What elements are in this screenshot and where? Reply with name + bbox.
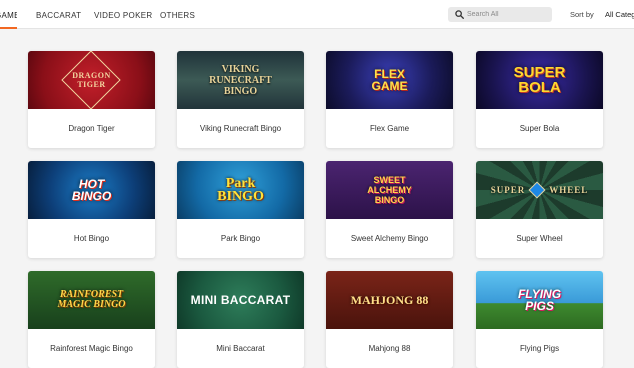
- sweet-alchemy-artwork: SWEET ALCHEMY BINGO: [326, 161, 453, 219]
- game-title[interactable]: Super Wheel: [476, 219, 603, 258]
- mini-baccarat-artwork: MINI BACCARAT: [177, 271, 304, 329]
- flex-game-artwork: FLEX GAME: [326, 51, 453, 109]
- artwork-text: Park BINGO: [217, 176, 264, 204]
- game-title[interactable]: Viking Runecraft Bingo: [177, 109, 304, 148]
- game-card-hot-bingo[interactable]: HOT BINGO Hot Bingo: [28, 161, 155, 258]
- artwork-text: WHEEL: [549, 185, 589, 195]
- super-wheel-artwork: SUPER WHEEL: [476, 161, 603, 219]
- tab-baccarat[interactable]: BACCARAT: [36, 0, 81, 29]
- sort-dropdown[interactable]: All Categories: [605, 10, 634, 19]
- dragon-tiger-artwork: DRAGON TIGER: [28, 51, 155, 109]
- viking-runecraft-artwork: VIKING RUNECRAFT BINGO: [177, 51, 304, 109]
- game-title[interactable]: Flex Game: [326, 109, 453, 148]
- game-title[interactable]: Super Bola: [476, 109, 603, 148]
- game-thumbnail[interactable]: FLEX GAME: [326, 51, 453, 109]
- tab-others[interactable]: OTHERS: [160, 0, 195, 29]
- super-bola-artwork: SUPER BOLA: [476, 51, 603, 109]
- artwork-text: RAINFOREST MAGIC BINGO: [57, 289, 126, 310]
- game-title[interactable]: Hot Bingo: [28, 219, 155, 258]
- artwork-text: DRAGON TIGER: [72, 71, 111, 89]
- game-thumbnail[interactable]: SUPER WHEEL: [476, 161, 603, 219]
- tab-video-poker[interactable]: VIDEO POKER: [94, 0, 152, 29]
- game-card-mini-baccarat[interactable]: MINI BACCARAT Mini Baccarat: [177, 271, 304, 368]
- game-card-rainforest-magic-bingo[interactable]: RAINFOREST MAGIC BINGO Rainforest Magic …: [28, 271, 155, 368]
- artwork-text: SUPER: [490, 185, 526, 195]
- mahjong-88-artwork: MAHJONG 88: [326, 271, 453, 329]
- game-thumbnail[interactable]: SWEET ALCHEMY BINGO: [326, 161, 453, 219]
- game-title[interactable]: Flying Pigs: [476, 329, 603, 368]
- top-navigation-bar: GAMES BACCARAT VIDEO POKER OTHERS Sort b…: [0, 0, 634, 29]
- park-bingo-artwork: Park BINGO: [177, 161, 304, 219]
- game-card-dragon-tiger[interactable]: DRAGON TIGER Dragon Tiger: [28, 51, 155, 148]
- game-thumbnail[interactable]: RAINFOREST MAGIC BINGO: [28, 271, 155, 329]
- game-title[interactable]: Mahjong 88: [326, 329, 453, 368]
- game-title[interactable]: Mini Baccarat: [177, 329, 304, 368]
- game-card-super-bola[interactable]: SUPER BOLA Super Bola: [476, 51, 603, 148]
- artwork-text: SUPER BOLA: [513, 64, 566, 96]
- game-card-viking-runecraft-bingo[interactable]: VIKING RUNECRAFT BINGO Viking Runecraft …: [177, 51, 304, 148]
- game-thumbnail[interactable]: DRAGON TIGER: [28, 51, 155, 109]
- sort-label: Sort by: [570, 10, 594, 19]
- artwork-text: FLEX GAME: [371, 67, 408, 93]
- hot-bingo-artwork: HOT BINGO: [28, 161, 155, 219]
- game-card-park-bingo[interactable]: Park BINGO Park Bingo: [177, 161, 304, 258]
- game-thumbnail[interactable]: MINI BACCARAT: [177, 271, 304, 329]
- rainforest-magic-artwork: RAINFOREST MAGIC BINGO: [28, 271, 155, 329]
- game-card-mahjong-88[interactable]: MAHJONG 88 Mahjong 88: [326, 271, 453, 368]
- search-box[interactable]: [448, 7, 552, 22]
- game-title[interactable]: Dragon Tiger: [28, 109, 155, 148]
- game-card-super-wheel[interactable]: SUPER WHEEL Super Wheel: [476, 161, 603, 258]
- tab-games[interactable]: GAMES: [0, 0, 17, 29]
- artwork-text: VIKING RUNECRAFT BINGO: [209, 63, 272, 97]
- gem-icon: [528, 181, 546, 199]
- artwork-text: SWEET ALCHEMY BINGO: [367, 175, 412, 205]
- search-icon: [455, 10, 464, 19]
- game-title[interactable]: Rainforest Magic Bingo: [28, 329, 155, 368]
- game-thumbnail[interactable]: SUPER BOLA: [476, 51, 603, 109]
- game-thumbnail[interactable]: MAHJONG 88: [326, 271, 453, 329]
- artwork-text: MINI BACCARAT: [190, 293, 291, 307]
- flying-pigs-artwork: FLYING PIGS: [476, 271, 603, 329]
- game-thumbnail[interactable]: HOT BINGO: [28, 161, 155, 219]
- artwork-text: FLYING PIGS: [517, 287, 562, 313]
- game-title[interactable]: Park Bingo: [177, 219, 304, 258]
- game-thumbnail[interactable]: VIKING RUNECRAFT BINGO: [177, 51, 304, 109]
- game-thumbnail[interactable]: Park BINGO: [177, 161, 304, 219]
- search-input[interactable]: [467, 7, 549, 22]
- artwork-text: HOT BINGO: [71, 177, 112, 203]
- game-card-flex-game[interactable]: FLEX GAME Flex Game: [326, 51, 453, 148]
- game-thumbnail[interactable]: FLYING PIGS: [476, 271, 603, 329]
- artwork-text: MAHJONG 88: [350, 292, 429, 307]
- game-title[interactable]: Sweet Alchemy Bingo: [326, 219, 453, 258]
- game-card-flying-pigs[interactable]: FLYING PIGS Flying Pigs: [476, 271, 603, 368]
- game-card-sweet-alchemy-bingo[interactable]: SWEET ALCHEMY BINGO Sweet Alchemy Bingo: [326, 161, 453, 258]
